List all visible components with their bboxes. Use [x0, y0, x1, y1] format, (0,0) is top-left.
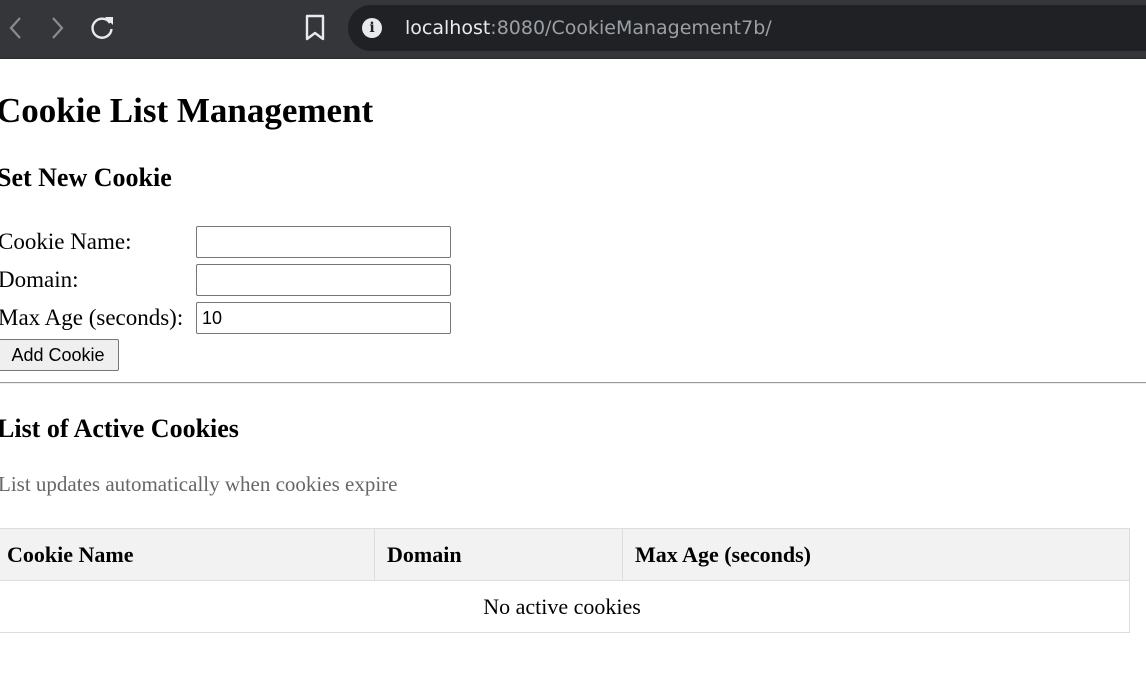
column-header-domain: Domain	[374, 528, 623, 581]
set-cookie-heading: Set New Cookie	[0, 163, 172, 192]
column-header-max-age: Max Age (seconds)	[622, 528, 1130, 581]
info-icon[interactable]: i	[362, 18, 382, 38]
url-path: :8080/CookieManagement7b/	[490, 17, 772, 39]
page-content: Cookie List Management Set New Cookie Co…	[0, 60, 1146, 691]
page-title: Cookie List Management	[0, 91, 374, 130]
section-divider	[0, 382, 1146, 384]
back-button[interactable]	[0, 12, 30, 44]
add-cookie-button[interactable]: Add Cookie	[0, 339, 119, 371]
domain-label: Domain:	[0, 267, 79, 292]
domain-input[interactable]	[196, 264, 451, 296]
url-text: localhost:8080/CookieManagement7b/	[405, 17, 772, 39]
column-header-cookie-name: Cookie Name	[0, 528, 375, 581]
empty-message: No active cookies	[0, 580, 1130, 633]
table-header-row: Cookie Name Domain Max Age (seconds)	[0, 528, 1130, 581]
auto-update-note: List updates automatically when cookies …	[0, 472, 398, 496]
active-cookies-heading: List of Active Cookies	[0, 414, 239, 443]
address-bar[interactable]: i localhost:8080/CookieManagement7b/	[348, 5, 1146, 51]
max-age-input[interactable]	[196, 302, 451, 334]
bookmark-icon	[305, 14, 325, 41]
max-age-label: Max Age (seconds):	[0, 305, 184, 330]
reload-icon	[91, 17, 113, 39]
bookmark-button[interactable]	[300, 12, 330, 44]
table-row: No active cookies	[0, 580, 1130, 633]
cookie-name-input[interactable]	[196, 226, 451, 258]
cookies-table: Cookie Name Domain Max Age (seconds) No …	[0, 528, 1130, 633]
reload-button[interactable]	[87, 12, 117, 44]
forward-button[interactable]	[43, 12, 73, 44]
cookie-name-label: Cookie Name:	[0, 229, 132, 254]
chevron-right-icon	[52, 17, 64, 39]
browser-toolbar: i localhost:8080/CookieManagement7b/	[0, 0, 1146, 59]
chevron-left-icon	[9, 17, 21, 39]
url-host: localhost	[405, 17, 491, 39]
